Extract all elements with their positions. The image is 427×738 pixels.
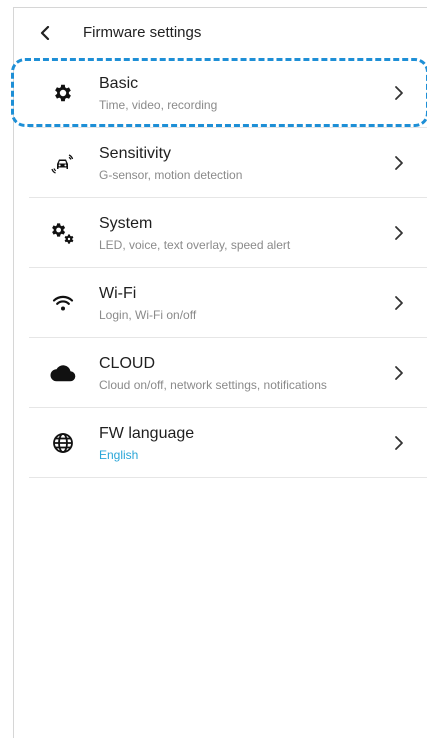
divider xyxy=(29,477,427,478)
settings-item-wifi[interactable]: Wi-Fi Login, Wi-Fi on/off xyxy=(14,268,427,338)
gear-icon xyxy=(50,80,76,106)
settings-item-label: CLOUD xyxy=(99,355,156,372)
settings-item-description: LED, voice, text overlay, speed alert xyxy=(99,238,291,252)
back-button[interactable] xyxy=(36,23,54,43)
settings-list: Basic Time, video, recording Sensitivity… xyxy=(11,58,427,478)
chevron-left-icon xyxy=(40,26,50,40)
settings-item-label: FW language xyxy=(99,425,195,442)
wifi-icon xyxy=(50,290,76,316)
header-bar: Firmware settings xyxy=(14,8,427,58)
settings-item-system[interactable]: System LED, voice, text overlay, speed a… xyxy=(14,198,427,268)
chevron-right-icon xyxy=(395,86,403,100)
settings-item-fw-language[interactable]: FW language English xyxy=(14,408,427,478)
settings-item-description: Time, video, recording xyxy=(99,98,218,112)
settings-item-cloud[interactable]: CLOUD Cloud on/off, network settings, no… xyxy=(14,338,427,408)
settings-item-basic[interactable]: Basic Time, video, recording xyxy=(11,58,427,128)
gears-icon xyxy=(50,220,76,246)
current-language-value: English xyxy=(99,448,139,462)
chevron-right-icon xyxy=(395,296,403,310)
settings-item-description: Login, Wi-Fi on/off xyxy=(99,308,197,322)
settings-item-sensitivity[interactable]: Sensitivity G-sensor, motion detection xyxy=(14,128,427,198)
settings-item-label: Wi-Fi xyxy=(99,285,137,302)
car-sensor-icon xyxy=(50,150,76,176)
settings-item-description: G-sensor, motion detection xyxy=(99,168,243,182)
page-title: Firmware settings xyxy=(83,24,202,41)
settings-item-label: Sensitivity xyxy=(99,145,172,162)
chevron-right-icon xyxy=(395,226,403,240)
globe-icon xyxy=(50,430,76,456)
chevron-right-icon xyxy=(395,366,403,380)
chevron-right-icon xyxy=(395,156,403,170)
settings-item-label: System xyxy=(99,215,153,232)
cloud-icon xyxy=(50,360,76,386)
settings-item-description: Cloud on/off, network settings, notifica… xyxy=(99,378,327,392)
chevron-right-icon xyxy=(395,436,403,450)
app-frame: Firmware settings Basic Time, video, rec… xyxy=(11,7,427,738)
settings-item-label: Basic xyxy=(99,75,139,92)
